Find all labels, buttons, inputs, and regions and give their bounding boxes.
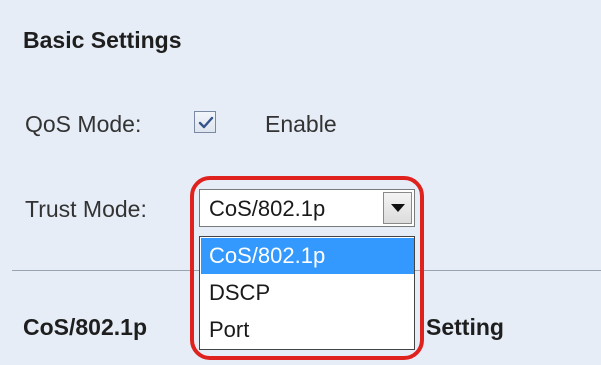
trust-mode-option-dscp[interactable]: DSCP bbox=[201, 275, 414, 311]
trust-mode-option-port[interactable]: Port bbox=[201, 312, 414, 348]
trust-mode-select[interactable]: CoS/802.1p bbox=[199, 189, 415, 227]
basic-settings-heading: Basic Settings bbox=[23, 27, 182, 53]
chevron-down-icon bbox=[391, 204, 405, 212]
qos-mode-checkbox[interactable] bbox=[194, 111, 216, 133]
cos-section-heading-end: Setting bbox=[426, 314, 504, 340]
qos-mode-enable-label: Enable bbox=[265, 111, 337, 137]
qos-mode-label: QoS Mode: bbox=[25, 111, 142, 137]
trust-mode-option-cos[interactable]: CoS/802.1p bbox=[201, 238, 414, 274]
trust-mode-options-list: CoS/802.1p DSCP Port bbox=[199, 236, 415, 350]
settings-panel: Basic Settings QoS Mode: Enable Trust Mo… bbox=[0, 0, 601, 365]
trust-mode-dropdown-button[interactable] bbox=[383, 192, 412, 224]
trust-mode-selected-value: CoS/802.1p bbox=[209, 196, 326, 221]
trust-mode-label: Trust Mode: bbox=[25, 196, 147, 222]
check-icon bbox=[198, 116, 214, 129]
cos-section-heading-start: CoS/802.1p bbox=[23, 314, 147, 340]
